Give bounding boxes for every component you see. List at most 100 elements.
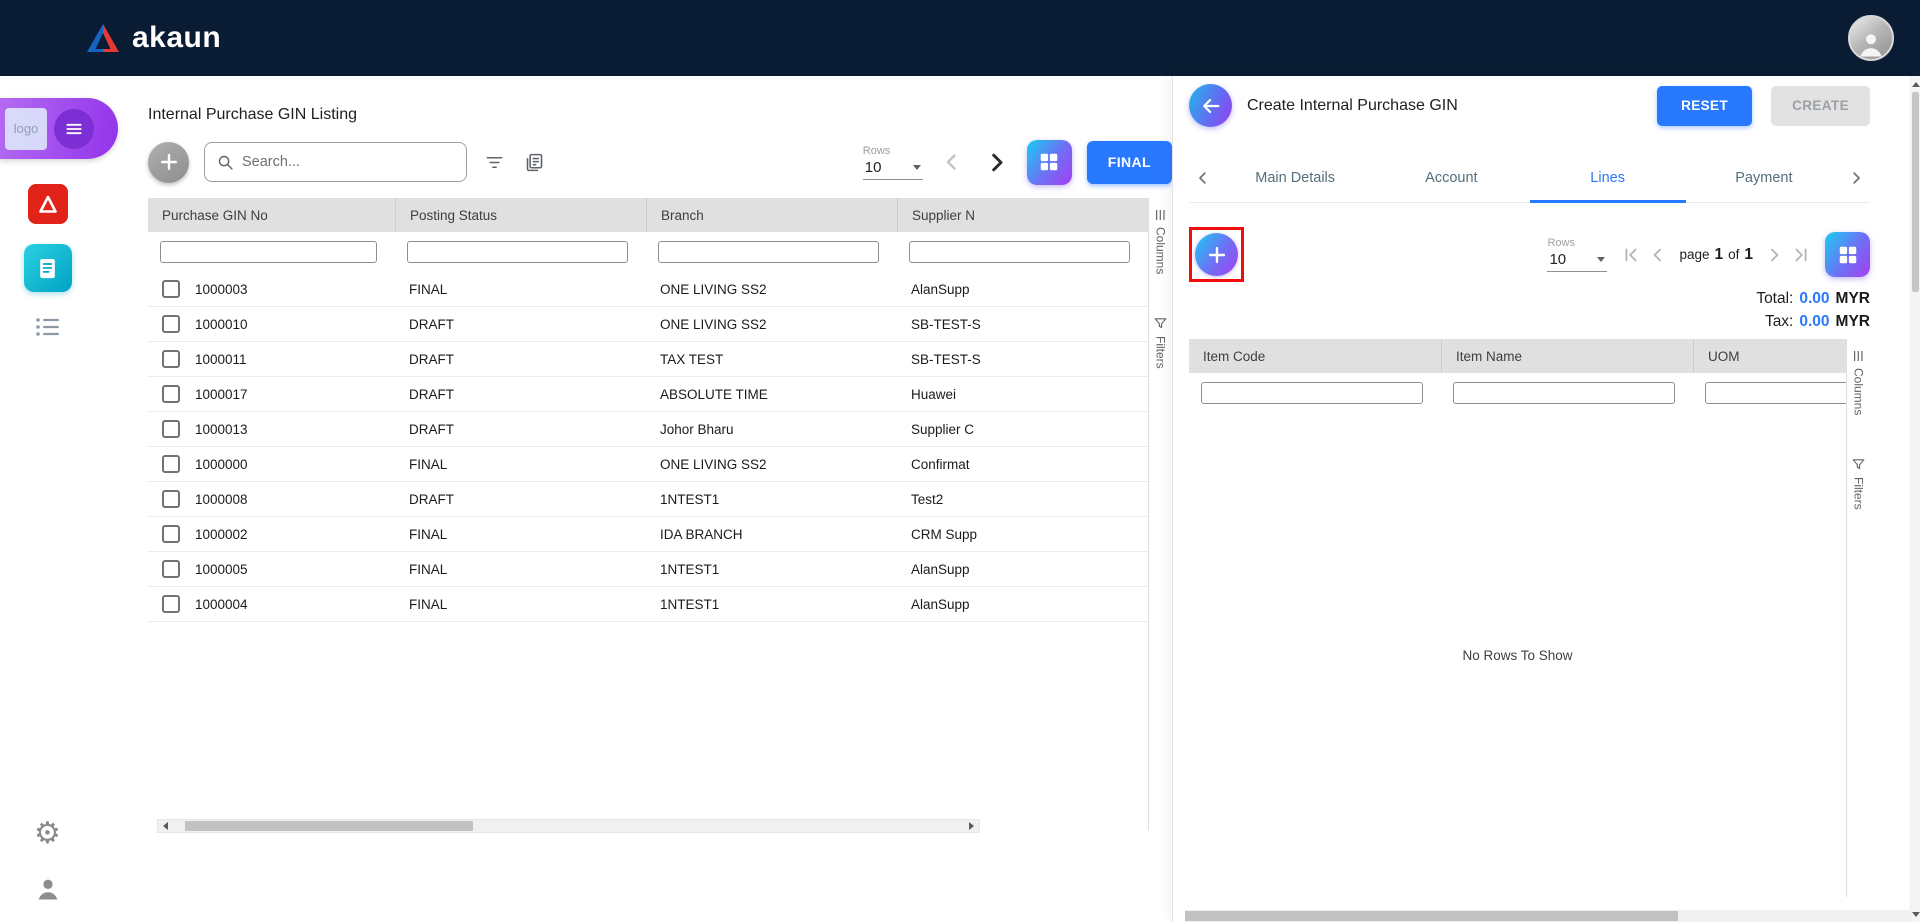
last-page-button[interactable] <box>1789 243 1813 267</box>
filter-input-branch[interactable] <box>658 241 879 263</box>
table-row[interactable]: 1000008 DRAFT 1NTEST1 Test2 <box>148 482 1148 517</box>
row-checkbox[interactable] <box>162 595 180 613</box>
reset-button[interactable]: RESET <box>1657 86 1752 126</box>
vertical-scrollbar[interactable] <box>1910 76 1920 922</box>
lines-horizontal-scrollbar[interactable] <box>1185 910 1910 922</box>
filters-tool[interactable]: Filters <box>1851 457 1866 510</box>
filter-list-icon <box>484 153 505 172</box>
scrollbar-thumb[interactable] <box>1912 92 1919 292</box>
add-gin-button[interactable] <box>148 142 189 183</box>
column-header-posting-status[interactable]: Posting Status <box>395 198 646 232</box>
filter-input-supplier[interactable] <box>909 241 1130 263</box>
brand-name: akaun <box>132 21 221 55</box>
create-button[interactable]: CREATE <box>1771 86 1870 126</box>
row-checkbox[interactable] <box>162 420 180 438</box>
sidebar-collapse-button[interactable] <box>54 109 94 149</box>
column-header-branch[interactable]: Branch <box>646 198 897 232</box>
table-row[interactable]: 1000013 DRAFT Johor Bharu Supplier C <box>148 412 1148 447</box>
table-row[interactable]: 1000002 FINAL IDA BRANCH CRM Supp <box>148 517 1148 552</box>
column-header-item-code[interactable]: Item Code <box>1189 339 1441 373</box>
prev-page-button[interactable] <box>938 148 966 176</box>
columns-tool[interactable]: Columns <box>1154 208 1168 274</box>
page-current: 1 <box>1714 246 1723 264</box>
table-row[interactable]: 1000010 DRAFT ONE LIVING SS2 SB-TEST-S <box>148 307 1148 342</box>
add-line-button[interactable] <box>1195 233 1238 276</box>
column-header-supplier[interactable]: Supplier N <box>897 198 1148 232</box>
tabs-scroll-left-button[interactable] <box>1189 153 1217 202</box>
tabs-scroll-right-button[interactable] <box>1842 153 1870 202</box>
back-button[interactable] <box>1189 84 1232 127</box>
filters-tool[interactable]: Filters <box>1153 316 1168 369</box>
table-row[interactable]: 1000017 DRAFT ABSOLUTE TIME Huawei <box>148 377 1148 412</box>
sidebar-item-listing[interactable] <box>31 312 65 347</box>
profile-button[interactable] <box>34 875 62 908</box>
next-page-button[interactable] <box>981 147 1012 178</box>
app-logo[interactable]: akaun <box>86 21 221 55</box>
rows-per-page-select[interactable]: Rows 10 <box>863 145 923 180</box>
columns-tool-label: Columns <box>1154 227 1168 274</box>
scrollbar-thumb[interactable] <box>185 821 473 831</box>
row-checkbox[interactable] <box>162 455 180 473</box>
listing-title: Internal Purchase GIN Listing <box>148 106 1172 124</box>
view-switcher-button[interactable] <box>1027 140 1072 185</box>
lines-rows-per-page-select[interactable]: Rows 10 <box>1547 237 1607 272</box>
cell-supplier: Supplier C <box>897 422 1148 437</box>
listing-horizontal-scrollbar[interactable] <box>157 819 980 833</box>
row-checkbox[interactable] <box>162 385 180 403</box>
row-checkbox[interactable] <box>162 350 180 368</box>
cell-posting-status: DRAFT <box>395 352 646 367</box>
scroll-down-arrow[interactable] <box>1911 908 1920 920</box>
row-checkbox[interactable] <box>162 560 180 578</box>
chevron-right-icon <box>1764 245 1784 265</box>
lines-view-switcher-button[interactable] <box>1825 232 1870 277</box>
scroll-right-arrow[interactable] <box>964 820 979 832</box>
lines-table-scroll-area: Item Code Item Name UOM <box>1189 339 1846 897</box>
filter-input-item-code[interactable] <box>1201 382 1423 404</box>
next-page-button[interactable] <box>1762 243 1786 267</box>
tab-main-details[interactable]: Main Details <box>1217 153 1373 202</box>
table-row[interactable]: 1000011 DRAFT TAX TEST SB-TEST-S <box>148 342 1148 377</box>
row-checkbox[interactable] <box>162 280 180 298</box>
first-page-button[interactable] <box>1619 243 1643 267</box>
row-checkbox[interactable] <box>162 315 180 333</box>
scroll-left-arrow[interactable] <box>158 820 173 832</box>
filter-input-posting-status[interactable] <box>407 241 628 263</box>
scroll-up-arrow[interactable] <box>1911 78 1920 90</box>
cell-supplier: SB-TEST-S <box>897 352 1148 367</box>
row-checkbox[interactable] <box>162 525 180 543</box>
cell-branch: 1NTEST1 <box>646 597 897 612</box>
sidebar-logo-pill[interactable]: logo <box>0 98 118 159</box>
filter-input-purchase-gin-no[interactable] <box>160 241 377 263</box>
search-input[interactable] <box>242 154 454 170</box>
settings-button[interactable]: ⚙ <box>34 819 61 849</box>
table-row[interactable]: 1000003 FINAL ONE LIVING SS2 AlanSupp <box>148 272 1148 307</box>
prev-page-button[interactable] <box>1646 243 1670 267</box>
scrollbar-thumb[interactable] <box>1185 911 1678 921</box>
total-line: Total: 0.00 MYR <box>1756 290 1870 308</box>
row-checkbox[interactable] <box>162 490 180 508</box>
search-box[interactable] <box>204 142 467 182</box>
table-row[interactable]: 1000000 FINAL ONE LIVING SS2 Confirmat <box>148 447 1148 482</box>
internal-purchase-gin-listing-panel: Internal Purchase GIN Listing <box>95 76 1172 922</box>
tab-payment[interactable]: Payment <box>1686 153 1842 202</box>
table-row[interactable]: 1000005 FINAL 1NTEST1 AlanSupp <box>148 552 1148 587</box>
sidebar-item-purchase-gin-active[interactable] <box>24 244 72 292</box>
filter-button[interactable] <box>482 151 507 174</box>
columns-tool[interactable]: Columns <box>1852 349 1866 415</box>
posting-status-filter-button[interactable]: FINAL <box>1087 141 1172 184</box>
scrollbar-track[interactable] <box>173 820 964 832</box>
duplicate-button[interactable] <box>522 150 547 175</box>
table-row[interactable]: 1000004 FINAL 1NTEST1 AlanSupp <box>148 587 1148 622</box>
tab-lines[interactable]: Lines <box>1530 153 1686 202</box>
user-avatar[interactable] <box>1848 15 1894 61</box>
sidebar-item-pdf[interactable] <box>28 184 68 224</box>
column-header-purchase-gin-no[interactable]: Purchase GIN No <box>148 198 395 232</box>
filter-input-item-name[interactable] <box>1453 382 1675 404</box>
column-header-item-name[interactable]: Item Name <box>1441 339 1693 373</box>
lines-pagination: page 1 of 1 <box>1619 243 1813 267</box>
tab-account[interactable]: Account <box>1373 153 1529 202</box>
filter-funnel-icon <box>1851 457 1866 472</box>
column-header-uom[interactable]: UOM <box>1693 339 1846 373</box>
filter-input-uom[interactable] <box>1705 382 1846 404</box>
plus-icon <box>158 151 180 173</box>
